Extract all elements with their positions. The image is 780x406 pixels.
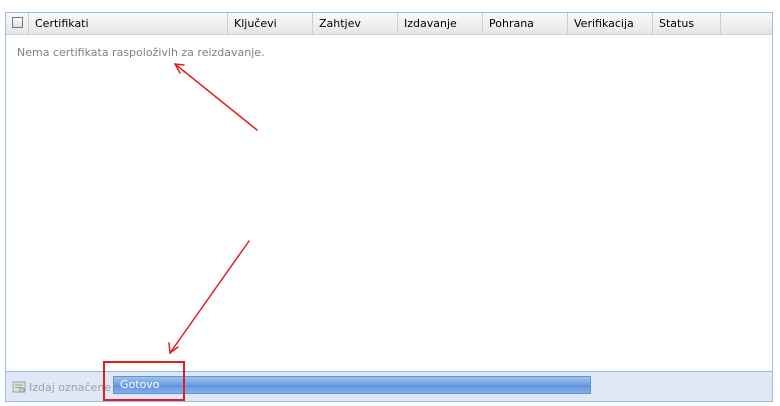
annotation-arrow-to-message: [174, 63, 258, 131]
annotation-arrow-to-status: [169, 240, 250, 354]
annotation-arrows: [168, 63, 258, 355]
